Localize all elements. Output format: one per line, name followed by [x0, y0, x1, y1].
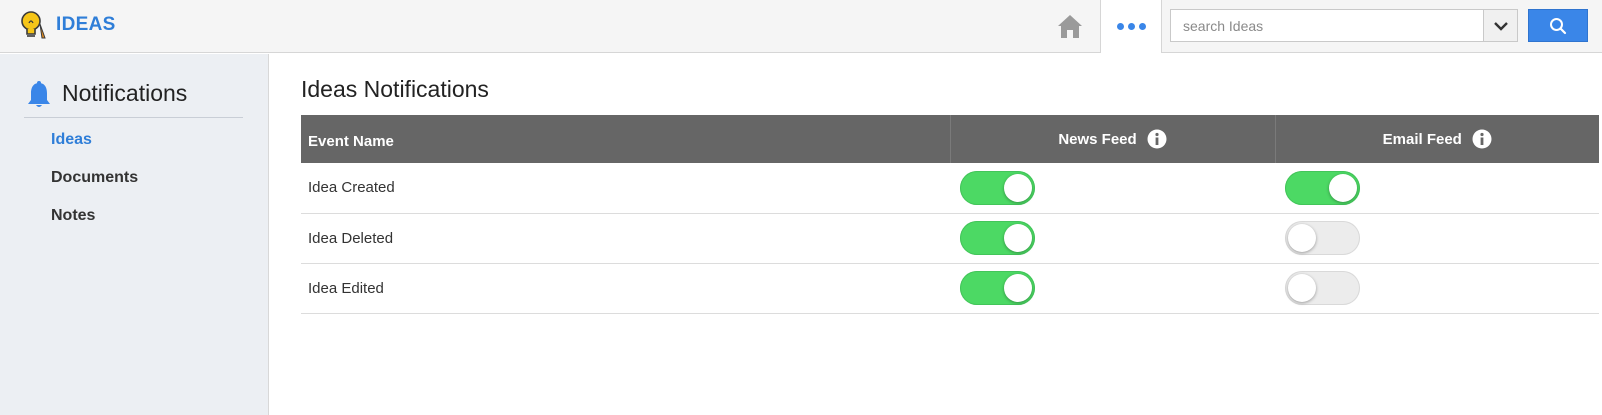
news-feed-cell [950, 163, 1275, 213]
info-icon[interactable] [1472, 129, 1492, 149]
email-feed-toggle[interactable] [1285, 170, 1360, 205]
bell-icon [28, 81, 50, 107]
column-header-event-name: Event Name [308, 133, 394, 150]
news-feed-toggle[interactable] [960, 221, 1035, 255]
email-feed-cell [1275, 213, 1599, 263]
more-icon-dot [1127, 23, 1135, 30]
table-header-row: Event Name News Feed Email Feed [301, 115, 1599, 163]
toggle-knob [1004, 173, 1032, 202]
column-label: News Feed [1058, 130, 1137, 148]
event-name: Idea Created [308, 179, 395, 197]
sidebar-item-documents[interactable]: Documents [51, 168, 138, 206]
sidebar-nav: Ideas Documents Notes [51, 130, 138, 244]
lightbulb-icon [21, 11, 46, 39]
column-header-news-feed: News Feed [949, 115, 1275, 163]
search-icon [1550, 17, 1567, 34]
column-header-email-feed: Email Feed [1274, 115, 1599, 163]
table-row: Idea Created [301, 163, 1599, 213]
search-input[interactable] [1171, 10, 1483, 41]
email-feed-cell [1275, 163, 1599, 213]
home-icon [1058, 15, 1082, 38]
table-row: Idea Deleted [301, 213, 1599, 263]
more-button[interactable] [1100, 0, 1162, 53]
sidebar: Notifications Ideas Documents Notes [0, 54, 269, 415]
sidebar-header: Notifications [24, 78, 243, 118]
more-icon [1116, 23, 1124, 30]
toggle-knob [1004, 274, 1032, 302]
toggle-knob [1288, 224, 1316, 252]
info-icon[interactable] [1147, 129, 1167, 149]
toggle-knob [1288, 274, 1316, 302]
toggle-knob [1329, 173, 1357, 202]
sidebar-item-ideas[interactable]: Ideas [51, 130, 138, 168]
sidebar-title: Notifications [62, 80, 188, 106]
more-icon-dot [1138, 23, 1146, 30]
email-feed-toggle[interactable] [1285, 271, 1360, 305]
notifications-table: Event Name News Feed Email Feed Idea Cre… [301, 115, 1599, 314]
event-name: Idea Edited [308, 279, 384, 297]
email-feed-cell [1275, 263, 1599, 313]
home-button[interactable] [1050, 9, 1090, 43]
search-button[interactable] [1528, 9, 1588, 42]
toggle-knob [1004, 224, 1032, 252]
search-box [1170, 9, 1518, 42]
app-name: IDEAS [56, 14, 116, 35]
event-name: Idea Deleted [308, 229, 394, 247]
chevron-down-icon [1493, 21, 1508, 31]
news-feed-toggle[interactable] [960, 271, 1035, 305]
column-label: Email Feed [1382, 130, 1462, 148]
top-bar: IDEAS [0, 0, 1602, 53]
email-feed-toggle[interactable] [1285, 221, 1360, 255]
page-title: Ideas Notifications [301, 76, 489, 102]
brand[interactable]: IDEAS [18, 10, 116, 40]
news-feed-toggle[interactable] [960, 170, 1035, 205]
table-row: Idea Edited [301, 263, 1599, 313]
sidebar-item-notes[interactable]: Notes [51, 206, 138, 244]
news-feed-cell [950, 213, 1275, 263]
search-scope-dropdown[interactable] [1483, 10, 1517, 41]
news-feed-cell [950, 263, 1275, 313]
